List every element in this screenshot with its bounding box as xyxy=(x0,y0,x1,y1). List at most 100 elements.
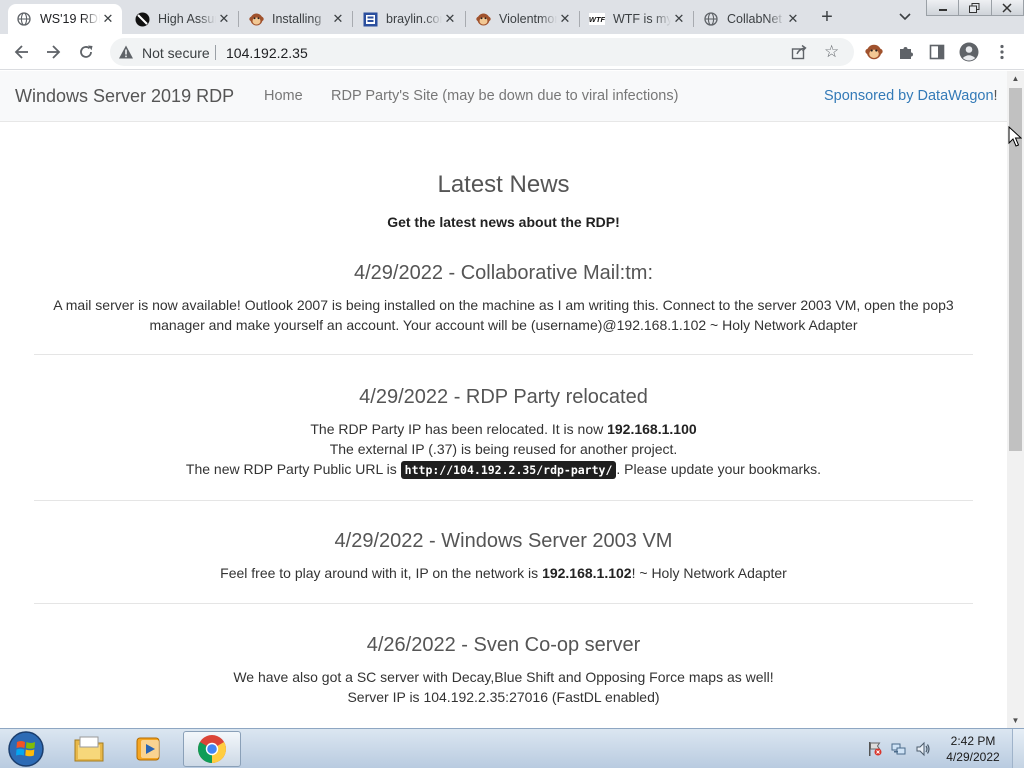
share-icon[interactable] xyxy=(791,44,807,60)
tab-title: Installing xyxy=(272,12,322,26)
scroll-down-arrow-icon[interactable]: ▼ xyxy=(1007,713,1024,728)
page-subtitle: Get the latest news about the RDP! xyxy=(387,214,620,230)
post-heading: 4/29/2022 - Collaborative Mail:tm: xyxy=(353,262,654,284)
post-text: Feel free to play around with it, IP on … xyxy=(220,565,543,581)
close-tab-icon[interactable]: ✕ xyxy=(785,11,801,27)
close-tab-icon[interactable]: ✕ xyxy=(216,11,232,27)
restore-button[interactable] xyxy=(959,0,992,16)
monkey-icon xyxy=(248,11,264,27)
address-bar[interactable]: Not secure 104.192.2.35 ☆ xyxy=(110,38,854,66)
site-navbar: Windows Server 2019 RDP Home RDP Party's… xyxy=(0,71,1007,122)
post-divider xyxy=(34,354,973,355)
tab-ws19-rdp[interactable]: WS'19 RDP ✕ xyxy=(8,4,122,34)
rdp-party-url[interactable]: http://104.192.2.35/rdp-party/ xyxy=(400,461,617,479)
browser-toolbar: Not secure 104.192.2.35 ☆ xyxy=(0,34,1024,70)
globe-icon xyxy=(16,11,32,27)
post-line: The external IP (.37) is being reused fo… xyxy=(329,441,678,457)
vertical-scrollbar[interactable]: ▲ ▼ xyxy=(1007,71,1024,728)
post-line: Server IP is 104.192.2.35:27016 (FastDL … xyxy=(347,689,660,705)
post-text: . Please update your bookmarks. xyxy=(616,461,822,477)
post-line: The new RDP Party Public URL is http://1… xyxy=(34,459,973,480)
profile-avatar-icon[interactable] xyxy=(959,42,979,62)
wtf-icon: WTF xyxy=(589,11,605,27)
site-brand[interactable]: Windows Server 2019 RDP xyxy=(15,86,234,107)
action-center-flag-icon[interactable] xyxy=(868,741,882,762)
post-line: manager and make yourself an account. Yo… xyxy=(149,317,858,333)
side-panel-icon[interactable] xyxy=(927,42,947,62)
post-body: Feel free to play around with it, IP on … xyxy=(34,563,973,583)
close-tab-icon[interactable]: ✕ xyxy=(671,11,687,27)
blue-square-icon xyxy=(362,11,378,27)
post-line: We have also got a SC server with Decay,… xyxy=(233,669,774,685)
post-body: The RDP Party IP has been relocated. It … xyxy=(34,419,973,480)
url-text[interactable]: 104.192.2.35 xyxy=(226,45,308,61)
window-controls xyxy=(926,0,1024,18)
post-heading: 4/26/2022 - Sven Co-op server xyxy=(366,634,641,656)
ip-address: 192.168.1.102 xyxy=(542,565,632,581)
sponsor-bang: ! xyxy=(993,88,998,104)
taskbar-media-player-icon[interactable] xyxy=(120,731,178,767)
post-line: The RDP Party IP has been relocated. It … xyxy=(34,419,973,439)
close-tab-icon[interactable]: ✕ xyxy=(100,11,116,27)
post-line: A mail server is now available! Outlook … xyxy=(53,297,954,313)
tab-braylin[interactable]: braylin.com ✕ xyxy=(354,4,464,34)
nav-rdp-party-link[interactable]: RDP Party's Site (may be down due to vir… xyxy=(331,88,678,104)
tab-title: WTF is my xyxy=(613,12,671,26)
close-window-button[interactable] xyxy=(991,0,1024,16)
start-button[interactable] xyxy=(6,730,46,768)
tab-title: braylin.com xyxy=(386,12,442,26)
scroll-up-arrow-icon[interactable]: ▲ xyxy=(1007,71,1024,86)
post-text: The new RDP Party Public URL is xyxy=(185,461,401,477)
tab-installing[interactable]: Installing ✕ xyxy=(240,4,352,34)
tab-title: Violentmonkey xyxy=(499,12,557,26)
reload-icon[interactable] xyxy=(76,42,96,62)
nav-home-link[interactable]: Home xyxy=(264,88,303,104)
taskbar-clock[interactable]: 2:42 PM 4/29/2022 xyxy=(938,733,1008,765)
tab-violentmonkey[interactable]: Violentmonkey ✕ xyxy=(467,4,579,34)
tab-collabnet[interactable]: CollabNet ✕ xyxy=(695,4,807,34)
bookmark-star-icon[interactable]: ☆ xyxy=(824,42,839,62)
post-heading: 4/29/2022 - RDP Party relocated xyxy=(359,386,648,408)
minimize-button[interactable] xyxy=(926,0,960,16)
tab-search-icon[interactable] xyxy=(896,7,914,25)
ip-address: 192.168.1.100 xyxy=(607,421,697,437)
clock-time: 2:42 PM xyxy=(950,734,996,748)
tab-strip: WS'19 RDP ✕ High Assurance ✕ Installing … xyxy=(0,0,1024,34)
violentmonkey-extension-icon[interactable] xyxy=(864,42,884,62)
sponsor-link[interactable]: Sponsored by DataWagon xyxy=(824,88,994,104)
security-label[interactable]: Not secure xyxy=(142,45,210,61)
network-icon[interactable] xyxy=(891,741,907,762)
show-desktop-button[interactable] xyxy=(1012,729,1024,768)
post-text: The RDP Party IP has been relocated. It … xyxy=(310,421,608,437)
volume-speaker-icon[interactable] xyxy=(915,741,931,762)
taskbar-chrome-icon[interactable] xyxy=(183,731,241,767)
post-line: Feel free to play around with it, IP on … xyxy=(34,563,973,583)
news-post: 4/29/2022 - RDP Party relocated The RDP … xyxy=(34,385,973,501)
tab-high-assurance[interactable]: High Assurance ✕ xyxy=(126,4,238,34)
news-post: 4/29/2022 - Collaborative Mail:tm: A mai… xyxy=(34,261,973,355)
warning-icon[interactable] xyxy=(118,44,134,60)
extensions-puzzle-icon[interactable] xyxy=(896,42,916,62)
monkey-icon xyxy=(475,11,491,27)
post-text: ! ~ Holy Network Adapter xyxy=(631,565,787,581)
taskbar-explorer-icon[interactable] xyxy=(60,731,118,767)
back-arrow-icon[interactable] xyxy=(12,42,32,62)
tab-wtf-is-my[interactable]: WTF WTF is my ✕ xyxy=(581,4,693,34)
tab-title: High Assurance xyxy=(158,12,216,26)
tab-separator xyxy=(238,11,239,27)
tab-separator xyxy=(465,11,466,27)
close-tab-icon[interactable]: ✕ xyxy=(557,11,573,27)
tab-title: CollabNet xyxy=(727,12,782,26)
close-tab-icon[interactable]: ✕ xyxy=(330,11,346,27)
news-post: 4/29/2022 - Windows Server 2003 VM Feel … xyxy=(34,529,973,604)
tab-separator xyxy=(693,11,694,27)
close-tab-icon[interactable]: ✕ xyxy=(442,11,458,27)
forward-arrow-icon[interactable] xyxy=(43,42,63,62)
new-tab-button[interactable]: + xyxy=(816,6,838,28)
post-heading: 4/29/2022 - Windows Server 2003 VM xyxy=(334,530,673,552)
kebab-menu-icon[interactable] xyxy=(992,42,1012,62)
page-viewport: Windows Server 2019 RDP Home RDP Party's… xyxy=(0,71,1007,728)
mouse-cursor-icon xyxy=(1008,125,1023,148)
wtf-icon-text: WTF xyxy=(589,15,605,24)
post-body: A mail server is now available! Outlook … xyxy=(34,295,973,335)
